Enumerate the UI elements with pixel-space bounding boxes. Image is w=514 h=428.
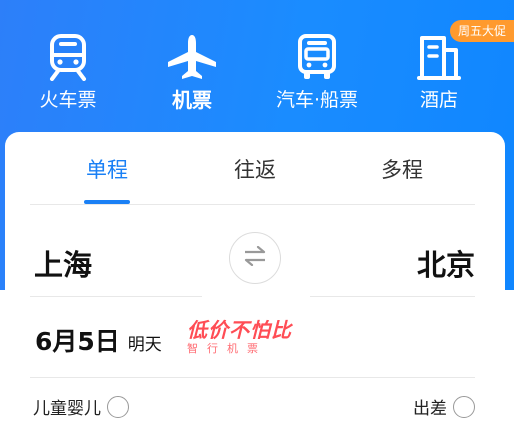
business-trip-label: 出差: [413, 399, 447, 419]
date-value: 6月5日: [35, 327, 120, 356]
nav-item-bus-ship[interactable]: 汽车·船票: [262, 30, 372, 120]
nav-label: 汽车·船票: [275, 89, 359, 111]
airplane-icon: [165, 30, 219, 84]
flight-search-card: 单程 往返 多程 上海 北京 6月5日 明天 低价不怕比 智行机票 儿童婴儿 出…: [5, 132, 505, 428]
arrival-city[interactable]: 北京: [417, 242, 475, 284]
swap-icon: [243, 245, 267, 270]
nav-label: 火车票: [39, 89, 97, 111]
child-infant-radio[interactable]: [107, 395, 129, 418]
nav-label: 机票: [172, 88, 212, 112]
bus-icon: [290, 30, 344, 84]
divider: [310, 296, 475, 297]
business-trip-option[interactable]: 出差: [413, 394, 475, 419]
date-relative: 明天: [127, 335, 162, 355]
child-infant-label: 儿童婴儿: [33, 399, 101, 419]
nav-item-flight[interactable]: 机票: [137, 30, 247, 120]
tab-one-way[interactable]: 单程: [47, 154, 167, 184]
promo-title: 低价不怕比: [187, 318, 292, 342]
swap-cities-button[interactable]: [229, 232, 281, 284]
tab-round-trip[interactable]: 往返: [195, 154, 315, 184]
train-icon: [41, 30, 95, 84]
divider: [30, 296, 202, 297]
nav-label: 酒店: [419, 89, 458, 111]
business-trip-radio[interactable]: [453, 395, 475, 418]
divider: [30, 204, 475, 205]
promo-badge[interactable]: 周五大促: [449, 20, 514, 42]
departure-date[interactable]: 6月5日 明天: [35, 322, 162, 362]
trip-type-tabs: 单程 往返 多程: [5, 132, 505, 204]
top-nav: 火车票 机票 汽车·船票 酒店 周五大促: [0, 0, 514, 130]
departure-city[interactable]: 上海: [34, 242, 92, 284]
promo-subtitle: 智行机票: [187, 342, 267, 355]
low-price-promo: 低价不怕比 智行机票: [187, 318, 297, 362]
nav-item-train[interactable]: 火车票: [13, 30, 123, 120]
nav-item-hotel[interactable]: 酒店: [384, 30, 494, 120]
child-infant-option[interactable]: 儿童婴儿: [33, 394, 129, 419]
divider: [30, 377, 475, 378]
tab-multi-city[interactable]: 多程: [342, 154, 462, 184]
